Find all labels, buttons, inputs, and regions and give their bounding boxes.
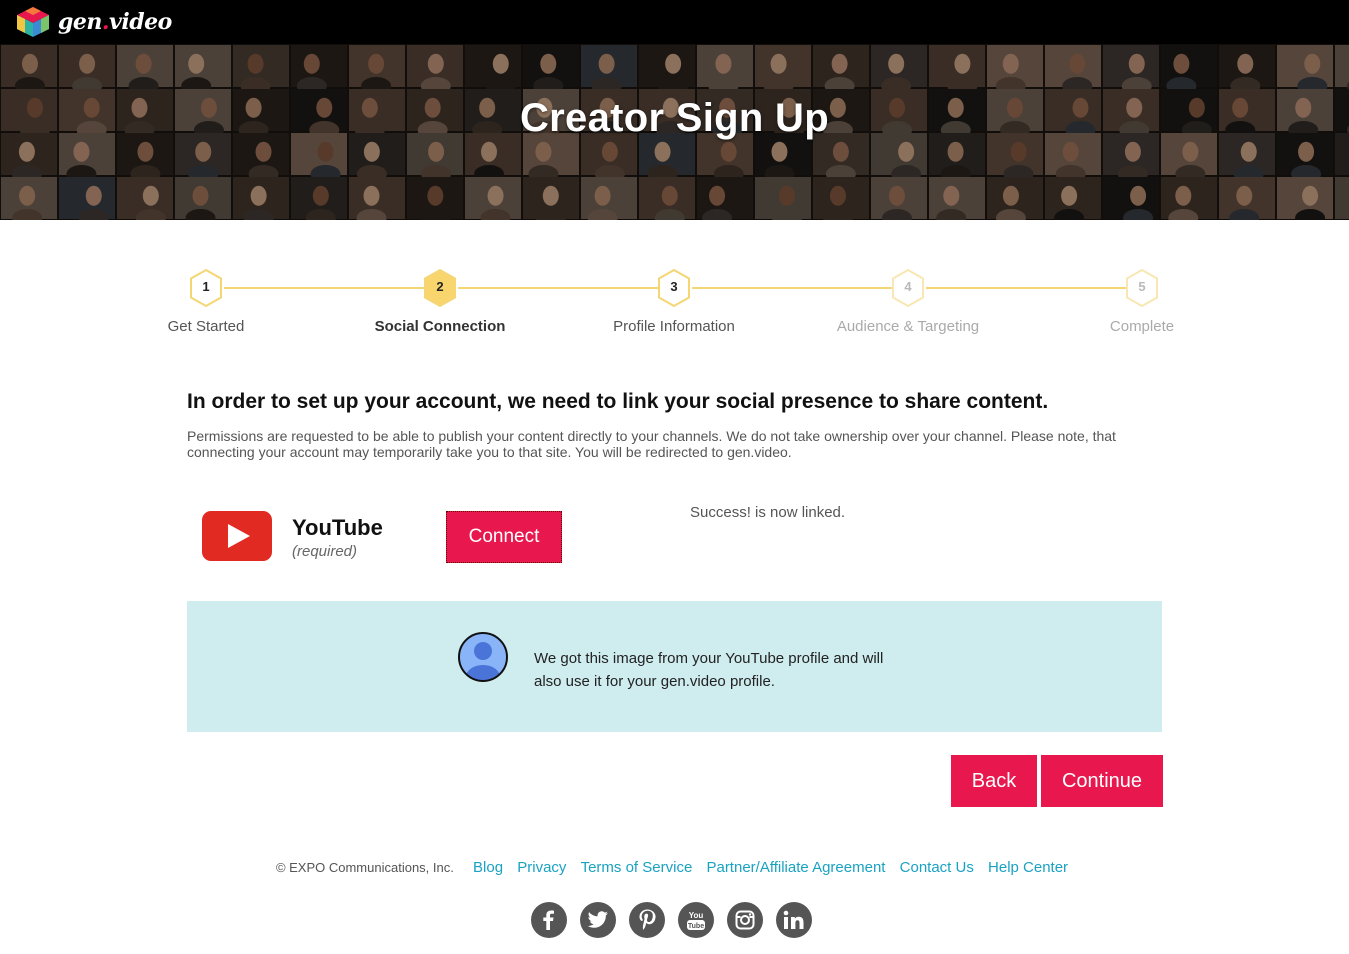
permissions-description: Permissions are requested to be able to … <box>187 428 1116 460</box>
footer-link-terms[interactable]: Terms of Service <box>581 859 693 876</box>
step-hexagon-1: 1 <box>189 268 223 308</box>
avatar-placeholder-icon <box>458 632 508 682</box>
youtube-logo-icon <box>202 511 272 561</box>
footer: © EXPO Communications, Inc. Blog Privacy… <box>0 859 1349 876</box>
pinterest-icon[interactable] <box>629 902 665 938</box>
step-hexagon-3: 3 <box>657 268 691 308</box>
hero-banner: Creator Sign Up <box>0 44 1349 220</box>
logo-cube-icon <box>17 7 49 37</box>
step-complete: 5 Complete <box>1062 268 1222 335</box>
logo-wordmark: gen.video <box>58 9 172 35</box>
youtube-connect-button[interactable]: Connect <box>446 511 562 563</box>
footer-link-privacy[interactable]: Privacy <box>517 859 566 876</box>
section-headline: In order to set up your account, we need… <box>187 390 1049 413</box>
step-hexagon-4: 4 <box>891 268 925 308</box>
footer-link-help-center[interactable]: Help Center <box>988 859 1068 876</box>
page-title: Creator Sign Up <box>520 96 829 140</box>
svg-text:You: You <box>689 911 704 920</box>
facebook-icon[interactable] <box>531 902 567 938</box>
step-audience-targeting: 4 Audience & Targeting <box>828 268 988 335</box>
footer-link-partner-agreement[interactable]: Partner/Affiliate Agreement <box>706 859 885 876</box>
copyright-text: © EXPO Communications, Inc. <box>275 860 454 875</box>
signup-progress-stepper: 1 Get Started 2 Social Connection 3 Prof… <box>140 268 1210 348</box>
step-get-started: 1 Get Started <box>126 268 286 335</box>
profile-image-message: We got this image from your YouTube prof… <box>534 650 884 690</box>
step-profile-information: 3 Profile Information <box>594 268 754 335</box>
step-social-connection: 2 Social Connection <box>360 268 520 335</box>
youtube-label: YouTube <box>292 515 383 540</box>
step-hexagon-2: 2 <box>423 268 457 308</box>
youtube-icon[interactable]: You Tube <box>678 902 714 938</box>
continue-button[interactable]: Continue <box>1041 755 1163 807</box>
linkedin-icon[interactable] <box>776 902 812 938</box>
gen-video-logo[interactable]: gen.video <box>16 6 172 38</box>
back-button[interactable]: Back <box>951 755 1037 807</box>
profile-image-notice: We got this image from your YouTube prof… <box>187 601 1162 732</box>
instagram-icon[interactable] <box>727 902 763 938</box>
step-hexagon-5: 5 <box>1125 268 1159 308</box>
footer-link-blog[interactable]: Blog <box>473 859 503 876</box>
top-navigation-bar: gen.video <box>0 0 1349 44</box>
social-links: You Tube <box>531 902 812 938</box>
svg-text:Tube: Tube <box>688 923 704 930</box>
footer-link-contact[interactable]: Contact Us <box>900 859 974 876</box>
connection-status-text: Success! is now linked. <box>690 504 846 521</box>
twitter-icon[interactable] <box>580 902 616 938</box>
required-label: (required) <box>292 543 358 560</box>
